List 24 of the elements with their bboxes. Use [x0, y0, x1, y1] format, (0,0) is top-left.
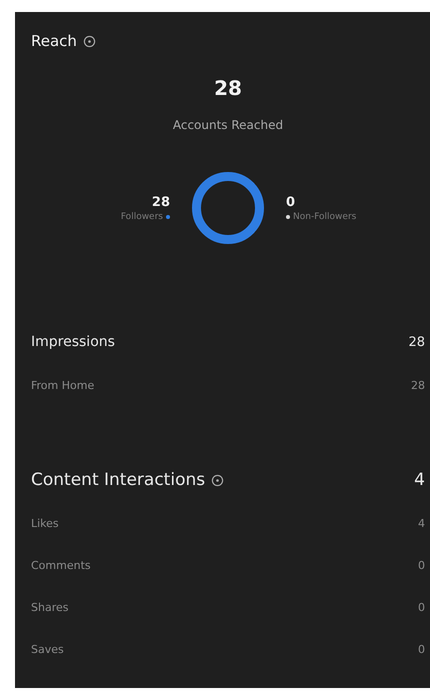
info-icon[interactable] — [82, 34, 96, 48]
section-title: Impressions — [31, 334, 115, 350]
metric-value: 28 — [411, 378, 425, 392]
metric-label: Likes — [31, 516, 59, 530]
metric-label: Saves — [31, 642, 64, 656]
metric-value: 0 — [418, 642, 425, 656]
non-followers-count: 0 — [286, 194, 296, 210]
metric-value: 4 — [418, 516, 425, 530]
metric-label: Comments — [31, 558, 91, 572]
followers-label: Followers — [120, 212, 163, 222]
metric-label: Shares — [31, 600, 68, 614]
section-total: 28 — [408, 334, 425, 350]
accounts-reached-label: Accounts Reached — [172, 118, 284, 132]
metric-label: From Home — [31, 378, 94, 392]
accounts-reached-count: 28 — [214, 76, 242, 100]
section-title: Content Interactions — [31, 470, 206, 490]
reach-title: Reach — [31, 32, 77, 50]
metric-value: 0 — [418, 600, 425, 614]
donut-ring-drawing — [192, 172, 264, 244]
section-total: 4 — [414, 470, 425, 490]
info-icon[interactable] — [211, 474, 224, 486]
followers-count: 28 — [152, 194, 170, 210]
metric-value: 0 — [418, 558, 425, 572]
non-followers-label: Non-Followers — [293, 212, 356, 222]
